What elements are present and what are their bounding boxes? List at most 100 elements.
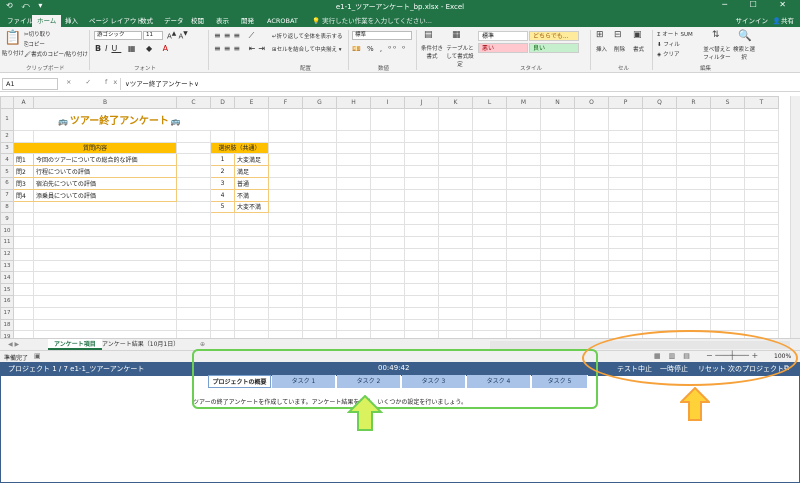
tab-acrobat[interactable]: ACROBAT [262,15,303,27]
spreadsheet-grid[interactable]: A B C D E F G H I J K L M N O P Q R S T … [0,96,790,338]
column-header[interactable]: D [210,96,235,109]
format-painter-button[interactable]: 🖌書式のコピー/貼り付け [24,50,88,58]
row-header[interactable]: 2 [0,129,14,143]
column-header[interactable]: L [472,96,507,109]
column-header[interactable]: G [302,96,337,109]
conditional-format-button[interactable]: 条件付き書式 [419,44,445,60]
font-style-buttons[interactable]: BIU ▦ ◆ A [95,44,172,53]
name-box[interactable]: A1 [2,78,58,90]
row-header[interactable]: 13 [0,259,14,273]
find-select-button[interactable]: 検索と選択 [732,45,756,61]
column-header[interactable]: S [710,96,745,109]
question-header[interactable]: 質問内容 [13,141,177,155]
row-header[interactable]: 19 [0,330,14,338]
align-horizontal-buttons[interactable]: ≡≡≡ ⇤⇥ [214,44,268,53]
macro-record-icon[interactable]: ▣ [34,352,41,360]
align-top-buttons[interactable]: ≡≡≡ ⟋ [214,31,257,41]
choice-text[interactable]: 普通 [234,176,269,190]
question-no[interactable]: 問2 [13,165,34,178]
paste-icon[interactable]: 📋 [4,30,21,46]
choice-header[interactable]: 選択肢（共通） [210,141,269,155]
choice-text[interactable]: 満足 [234,165,269,178]
format-table-button[interactable]: テーブルとして書式設定 [444,44,476,68]
question-text[interactable]: 行程についての評価 [33,165,177,178]
choice-text[interactable]: 大変満足 [234,153,269,167]
fill-button[interactable]: ⬇ フィル [657,40,680,48]
row-header[interactable]: 4 [0,153,14,167]
column-header[interactable]: O [574,96,609,109]
insert-cells-button[interactable]: 挿入 [596,45,607,53]
choice-no[interactable]: 5 [210,200,235,214]
tab-home[interactable]: ホーム [32,15,62,27]
title-cell[interactable]: 🚌 ツアー終了アンケート 🚌 [13,107,269,131]
share-button[interactable]: 👤共有 [773,15,794,27]
column-header[interactable]: T [744,96,779,109]
merge-center-button[interactable]: ⊞セルを結合して中央揃え ▾ [272,45,341,53]
tab-view[interactable]: 表示 [211,15,234,27]
sheet-tab-results[interactable]: アンケート結果（10月1日） [96,339,185,350]
clear-button[interactable]: ◈ クリア [657,50,680,58]
sheet-nav-buttons[interactable]: ◀ ▶ [2,339,25,350]
row-header[interactable]: 3 [0,141,14,155]
row-header[interactable]: 10 [0,224,14,237]
sort-filter-icon[interactable]: ⇅ [712,30,720,40]
row-header[interactable]: 14 [0,271,14,285]
tab-review[interactable]: 校閲 [186,15,209,27]
question-no[interactable]: 問4 [13,188,34,202]
question-text[interactable]: 宿泊先についての評価 [33,176,177,190]
formula-buttons[interactable]: × ✓ fx [66,78,123,86]
tab-developer[interactable]: 開発 [236,15,259,27]
column-header[interactable]: J [404,96,439,109]
column-header[interactable]: I [370,96,405,109]
column-header[interactable]: K [438,96,473,109]
column-header[interactable]: N [540,96,575,109]
column-header[interactable]: A [13,96,34,109]
column-header[interactable]: F [268,96,303,109]
delete-cells-button[interactable]: 削除 [614,45,625,53]
choice-no[interactable]: 3 [210,176,235,190]
row-header[interactable]: 12 [0,247,14,261]
signin-link[interactable]: サインイン [736,15,769,27]
select-all-corner[interactable] [0,96,14,109]
row-header[interactable]: 17 [0,306,14,320]
sheet-table[interactable]: A B C D E F G H I J K L M N O P Q R S T … [0,96,779,338]
conditional-format-icon[interactable]: ▤ [424,30,433,40]
column-header[interactable]: M [506,96,541,109]
row-header[interactable]: 15 [0,283,14,296]
font-grow-shrink-buttons[interactable]: A▲ A▼ [167,31,188,40]
sort-filter-button[interactable]: 並べ替えとフィルター [702,45,732,61]
format-cells-icon[interactable]: ▣ [633,30,642,40]
column-header[interactable]: E [234,96,269,109]
style-bad[interactable]: 悪い [478,43,528,53]
question-no[interactable]: 問3 [13,176,34,190]
tell-me-box[interactable]: 💡 実行したい作業を入力してください... [312,15,432,27]
choice-no[interactable]: 1 [210,153,235,167]
autosum-button[interactable]: Σ オート SUM [657,30,693,38]
row-header[interactable]: 5 [0,165,14,178]
row-header[interactable]: 11 [0,235,14,249]
delete-cells-icon[interactable]: ⊟ [614,30,622,40]
copy-button[interactable]: ⎘コピー [24,40,45,49]
wrap-text-button[interactable]: ↵折り返して全体を表示する [272,32,342,40]
number-format-buttons[interactable]: 💴 % , ⁰⁰ ⁰ [352,45,407,53]
style-normal[interactable]: 標準 [478,31,528,41]
cut-button[interactable]: ✂切り取り [24,30,51,38]
choice-no[interactable]: 2 [210,165,235,178]
row-header[interactable]: 6 [0,176,14,190]
question-no[interactable]: 問1 [13,153,34,167]
formula-input[interactable]: ∨ツアー終了アンケート∨ [120,78,796,90]
sheet-tab-questions[interactable]: アンケート項目 [48,339,102,350]
choice-no[interactable]: 4 [210,188,235,202]
row-header[interactable]: 1 [0,107,14,131]
column-header[interactable]: P [608,96,643,109]
style-good[interactable]: 良い [529,43,579,53]
insert-cells-icon[interactable]: ⊞ [596,30,604,40]
column-header[interactable]: R [676,96,711,109]
row-header[interactable]: 18 [0,318,14,332]
column-header[interactable]: C [176,96,211,109]
tab-data[interactable]: データ [159,15,189,27]
paste-button[interactable]: 貼り付け [2,49,24,57]
style-neutral[interactable]: どちらでも... [529,31,579,41]
row-header[interactable]: 8 [0,200,14,214]
choice-text[interactable]: 大変不満 [234,200,269,214]
